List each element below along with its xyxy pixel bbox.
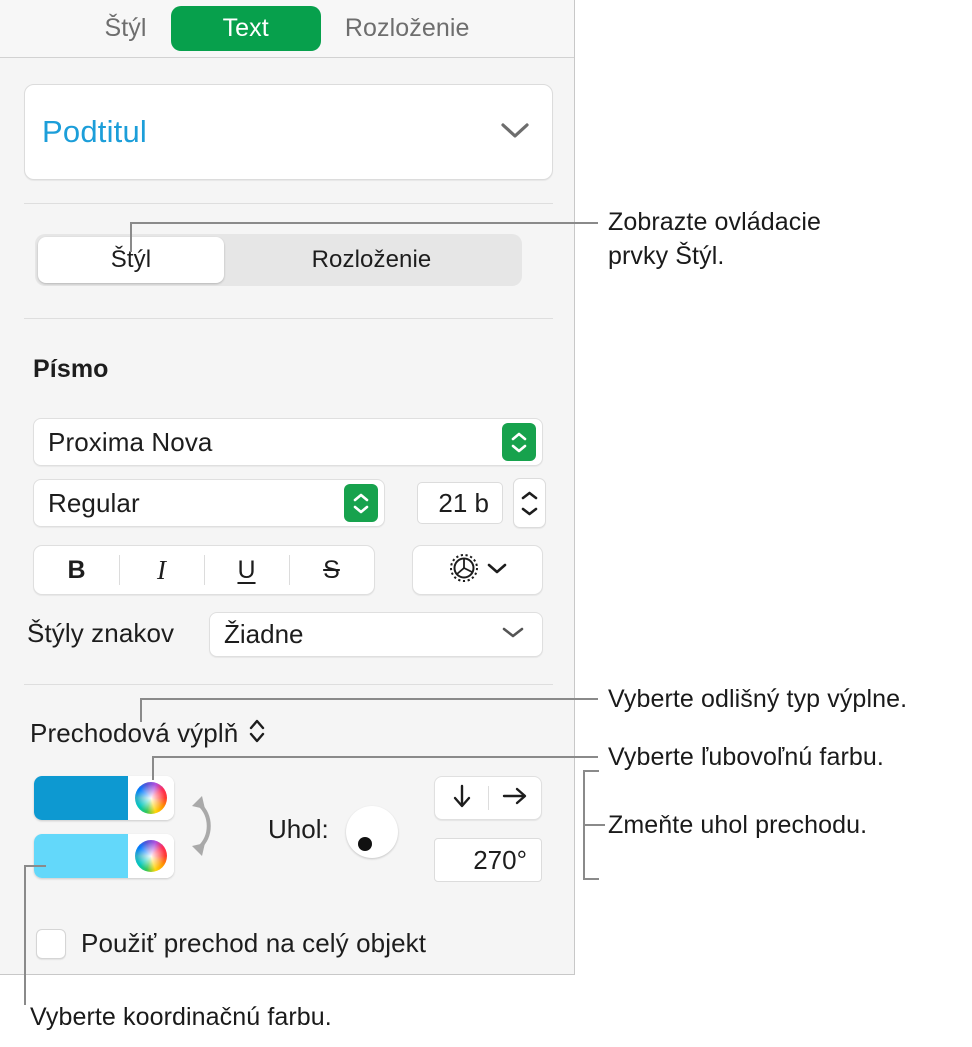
callout-leader-coordinating-v (24, 865, 26, 1005)
chevron-down-icon (498, 120, 532, 145)
paragraph-style-popup-wrap: Podtitul (24, 84, 553, 180)
callout-leader-angle-h (583, 824, 605, 826)
divider-top (24, 203, 553, 204)
gradient-start-color-wheel-button[interactable] (128, 776, 174, 820)
stepper-up-icon (521, 491, 538, 499)
tab-text[interactable]: Text (170, 6, 321, 51)
angle-label: Uhol: (268, 814, 329, 844)
gradient-start-color-fill[interactable] (34, 776, 128, 820)
color-wheel-icon (135, 840, 167, 872)
character-styles-popup[interactable]: Žiadne (209, 612, 543, 657)
underline-label: U (237, 555, 256, 584)
apply-gradient-checkbox[interactable] (36, 928, 66, 959)
arrow-right-icon (500, 783, 530, 814)
italic-button[interactable]: I (119, 546, 204, 594)
bold-button[interactable]: B (34, 546, 119, 594)
divider-fill (24, 684, 553, 685)
font-family-stepper-icon (502, 423, 536, 461)
fill-type-popup[interactable]: Prechodová výplň (30, 716, 266, 751)
font-weight-stepper-icon (344, 484, 378, 522)
angle-dial[interactable] (346, 806, 398, 858)
screenshot-root: Štýl Text Rozloženie Podtitul Štýl Rozlo… (0, 0, 972, 1047)
callout-leader-style-controls-h (130, 222, 598, 224)
character-styles-value: Žiadne (224, 619, 304, 649)
tab-style[interactable]: Štýl (80, 8, 170, 49)
font-family-value: Proxima Nova (48, 426, 213, 457)
font-size-stepper[interactable] (513, 478, 546, 528)
font-size-value: 21 b (438, 487, 489, 518)
arrow-down-icon (449, 782, 475, 815)
callout-leader-any-color-h (152, 756, 598, 758)
font-size-input[interactable]: 21 b (417, 482, 503, 524)
strikethrough-label: S (323, 555, 340, 584)
apply-gradient-label: Použiť prechod na celý objekt (81, 928, 427, 958)
italic-label: I (157, 554, 166, 585)
gradient-angle-input[interactable]: 270° (434, 838, 542, 882)
callout-leader-coordinating-h (24, 865, 46, 867)
callout-bracket-angle-bottom (583, 878, 599, 880)
callout-bracket-angle-top (583, 770, 599, 772)
chevron-down-icon (500, 624, 526, 645)
callout-gradient-angle: Zmeňte uhol prechodu. (608, 811, 868, 839)
gradient-start-color-swatch[interactable] (34, 776, 174, 820)
font-section-title: Písmo (33, 355, 109, 383)
gradient-angle-value: 270° (473, 844, 527, 875)
font-weight-popup[interactable]: Regular (33, 479, 385, 527)
inspector-tabbar: Štýl Text Rozloženie (0, 0, 574, 58)
swap-arrows-icon[interactable] (188, 790, 222, 862)
callout-leader-fill-type-h (140, 698, 598, 700)
chevron-down-icon (486, 561, 508, 580)
paragraph-style-popup[interactable]: Podtitul (24, 84, 553, 180)
paragraph-style-value: Podtitul (42, 114, 147, 149)
tab-layout[interactable]: Rozloženie (321, 8, 494, 49)
segment-layout[interactable]: Rozloženie (224, 237, 519, 283)
callout-coordinating-color: Vyberte koordinačnú farbu. (30, 1003, 332, 1031)
text-options-gear-button[interactable] (412, 545, 543, 595)
callout-leader-fill-type-v (140, 698, 142, 722)
gradient-direction-down-button[interactable] (435, 777, 488, 819)
updown-chevron-icon (248, 716, 266, 751)
gear-icon (448, 552, 480, 589)
font-family-popup[interactable]: Proxima Nova (33, 418, 543, 466)
font-weight-value: Regular (48, 487, 140, 518)
stepper-down-icon (521, 507, 538, 515)
callout-style-controls: Zobrazte ovládacie prvky Štýl. (608, 208, 822, 270)
color-wheel-icon (135, 782, 167, 814)
fill-type-label: Prechodová výplň (30, 718, 239, 748)
callout-any-color: Vyberte ľubovoľnú farbu. (608, 743, 884, 771)
callout-leader-any-color-v (152, 756, 154, 780)
underline-button[interactable]: U (204, 546, 289, 594)
gradient-direction-buttons (434, 776, 542, 820)
character-styles-label: Štýly znakov (27, 618, 175, 648)
divider-style-layout (24, 318, 553, 319)
angle-dial-knob[interactable] (358, 837, 372, 851)
gradient-direction-right-button[interactable] (488, 777, 541, 819)
strikethrough-button[interactable]: S (289, 546, 374, 594)
text-format-button-group: B I U S (33, 545, 375, 595)
format-inspector-panel: Štýl Text Rozloženie Podtitul Štýl Rozlo… (0, 0, 575, 975)
gradient-end-color-wheel-button[interactable] (128, 834, 174, 878)
gradient-end-color-swatch[interactable] (34, 834, 174, 878)
callout-fill-type: Vyberte odlišný typ výplne. (608, 685, 908, 713)
gradient-end-color-fill[interactable] (34, 834, 128, 878)
style-layout-segmented-control[interactable]: Štýl Rozloženie (35, 234, 522, 286)
bold-label: B (67, 555, 86, 584)
apply-gradient-whole-object-row[interactable]: Použiť prechod na celý objekt (36, 928, 426, 959)
callout-leader-style-controls-v (130, 222, 132, 252)
